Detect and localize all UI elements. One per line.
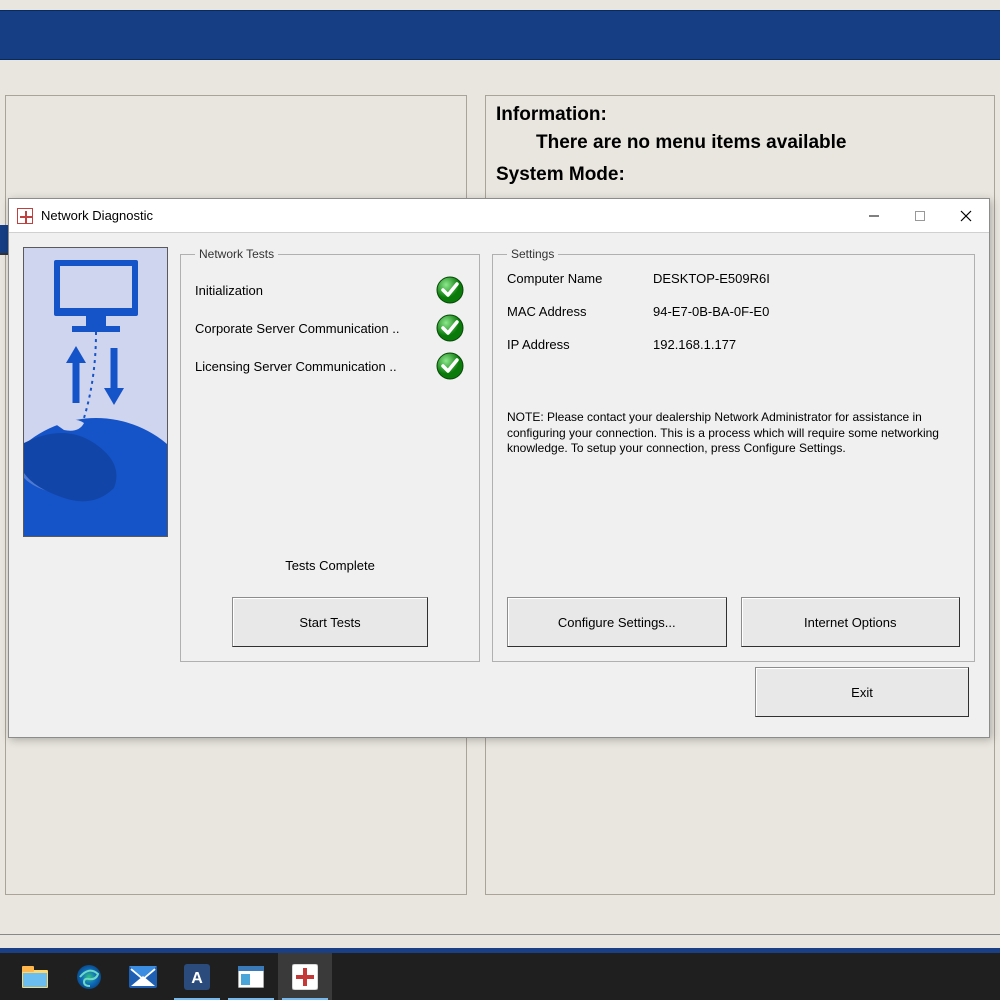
setting-value: 192.168.1.177 [653, 337, 736, 352]
setting-label: IP Address [507, 337, 653, 352]
setting-label: Computer Name [507, 271, 653, 286]
bg-bottom-band [0, 934, 1000, 948]
taskbar-edge[interactable] [62, 953, 116, 1000]
settings-legend: Settings [507, 247, 558, 261]
medical-cross-icon [292, 964, 318, 990]
taskbar-app-a[interactable]: A [170, 953, 224, 1000]
edge-icon [76, 964, 102, 990]
test-label: Initialization [195, 283, 427, 298]
test-label: Corporate Server Communication .. [195, 321, 427, 336]
test-label: Licensing Server Communication .. [195, 359, 427, 374]
check-icon [435, 351, 465, 381]
test-row-licensing: Licensing Server Communication .. [195, 347, 465, 385]
settings-group: Settings Computer Name DESKTOP-E509R6I M… [492, 247, 975, 662]
network-graphic [23, 247, 168, 537]
dialog-title: Network Diagnostic [41, 208, 153, 223]
system-mode-heading: System Mode: [496, 164, 984, 186]
svg-text:A: A [191, 970, 203, 987]
test-row-initialization: Initialization [195, 271, 465, 309]
check-icon [435, 313, 465, 343]
settings-note: NOTE: Please contact your dealership Net… [507, 410, 960, 457]
network-tests-legend: Network Tests [195, 247, 278, 261]
tests-status-text: Tests Complete [195, 558, 465, 573]
a-icon: A [184, 964, 210, 990]
info-message: There are no menu items available [536, 132, 984, 154]
mail-icon [129, 966, 157, 988]
taskbar: A [0, 953, 1000, 1000]
maximize-button[interactable] [897, 200, 943, 232]
setting-label: MAC Address [507, 304, 653, 319]
minimize-button[interactable] [851, 200, 897, 232]
close-button[interactable] [943, 200, 989, 232]
setting-row-computer-name: Computer Name DESKTOP-E509R6I [507, 271, 960, 286]
file-explorer-icon [22, 966, 48, 988]
setting-row-ip: IP Address 192.168.1.177 [507, 337, 960, 352]
window-icon [238, 966, 264, 988]
exit-button[interactable]: Exit [755, 667, 969, 717]
check-icon [435, 275, 465, 305]
medical-cross-icon [17, 208, 33, 224]
taskbar-app-window[interactable] [224, 953, 278, 1000]
bg-blue-band [0, 10, 1000, 60]
test-row-corporate: Corporate Server Communication .. [195, 309, 465, 347]
bg-beige-band [0, 60, 1000, 95]
configure-settings-button[interactable]: Configure Settings... [507, 597, 727, 647]
bg-accent-bar [0, 225, 8, 255]
info-heading: Information: [496, 104, 984, 126]
network-tests-group: Network Tests Initialization Corporate S… [180, 247, 480, 662]
bg-top-strip [0, 0, 1000, 10]
taskbar-file-explorer[interactable] [8, 953, 62, 1000]
internet-options-button[interactable]: Internet Options [741, 597, 961, 647]
taskbar-medical-app[interactable] [278, 953, 332, 1000]
taskbar-mail[interactable] [116, 953, 170, 1000]
network-diagnostic-dialog: Network Diagnostic [8, 198, 990, 738]
setting-value: DESKTOP-E509R6I [653, 271, 770, 286]
start-tests-button[interactable]: Start Tests [232, 597, 428, 647]
setting-value: 94-E7-0B-BA-0F-E0 [653, 304, 769, 319]
setting-row-mac: MAC Address 94-E7-0B-BA-0F-E0 [507, 304, 960, 319]
titlebar[interactable]: Network Diagnostic [9, 199, 989, 233]
